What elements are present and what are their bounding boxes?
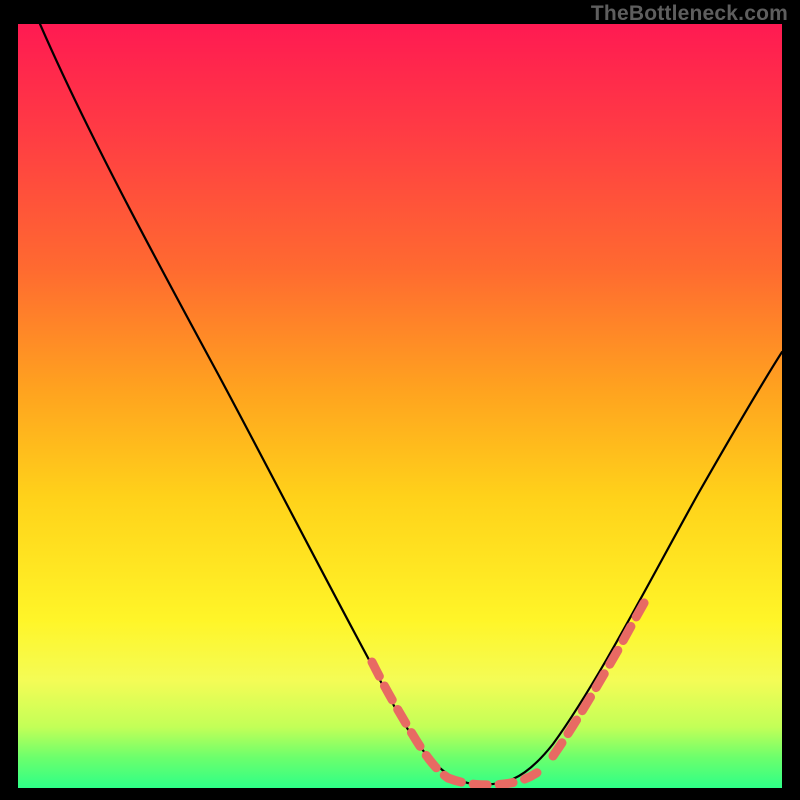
- curve-path: [40, 24, 782, 784]
- attribution-text: TheBottleneck.com: [591, 2, 788, 26]
- highlight-right-dashes: [553, 596, 648, 756]
- highlight-left-dashes: [372, 662, 448, 778]
- highlight-bottom-dashes: [448, 766, 546, 785]
- bottleneck-curve: [18, 24, 782, 788]
- chart-frame: [18, 24, 782, 788]
